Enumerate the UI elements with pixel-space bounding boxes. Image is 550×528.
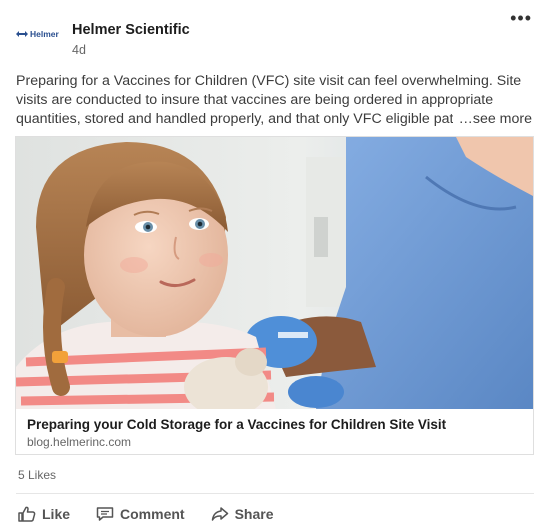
author-name[interactable]: Helmer Scientific [72, 22, 190, 38]
comment-label: Comment [120, 506, 185, 522]
like-button[interactable]: Like [18, 504, 70, 524]
comment-icon [96, 507, 114, 521]
like-label: Like [42, 506, 71, 522]
post-header: Helmer Helmer Scientific 4d ••• [16, 8, 534, 62]
share-button[interactable]: Share [211, 504, 274, 524]
link-preview-card[interactable]: Preparing your Cold Storage for a Vaccin… [15, 136, 534, 455]
share-label: Share [234, 506, 274, 522]
comment-button[interactable]: Comment [96, 504, 185, 524]
share-icon [211, 507, 228, 521]
link-preview-meta[interactable]: Preparing your Cold Storage for a Vaccin… [16, 409, 533, 454]
helmer-logo-icon [16, 31, 28, 37]
divider [16, 493, 534, 494]
post-timestamp: 4d [72, 43, 86, 57]
post-body-line-truncated: quantities, stored and handled properly,… [16, 110, 536, 129]
social-actions-bar: Like Comment Share [18, 504, 274, 524]
like-icon [18, 506, 36, 522]
company-logo[interactable]: Helmer [16, 24, 62, 44]
post-body-line: visits are conducted to insure that vacc… [16, 92, 494, 108]
see-more-link[interactable]: …see more [454, 110, 532, 129]
more-icon[interactable]: ••• [510, 8, 532, 29]
feed-post: Helmer Helmer Scientific 4d ••• Preparin… [0, 0, 550, 528]
likes-count[interactable]: 5 Likes [18, 468, 56, 482]
post-body-line: Preparing for a Vaccines for Children (V… [16, 73, 522, 89]
logo-text: Helmer [30, 29, 59, 39]
post-body-line-text: quantities, stored and handled properly,… [16, 111, 454, 127]
vaccination-photo [16, 137, 533, 409]
article-title[interactable]: Preparing your Cold Storage for a Vaccin… [27, 417, 446, 432]
article-image[interactable] [16, 137, 533, 409]
article-domain: blog.helmerinc.com [27, 435, 132, 449]
post-body: Preparing for a Vaccines for Children (V… [16, 72, 536, 129]
